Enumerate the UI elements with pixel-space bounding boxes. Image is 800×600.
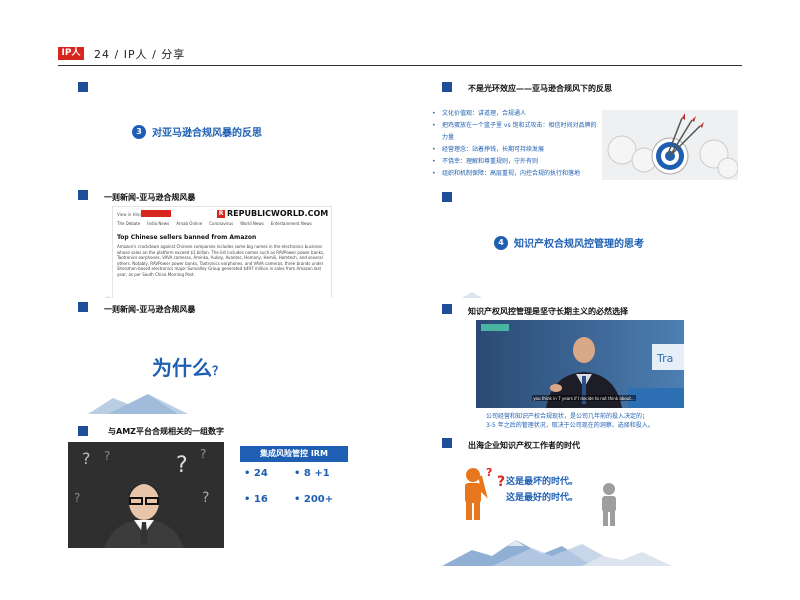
- news-nav-item[interactable]: World News: [240, 221, 264, 226]
- bullet-item: 把鸡蛋放在一个篮子里 vs 饱和式攻击：相信时间对品牌的力量: [432, 120, 597, 144]
- slide-title: 不是光环效应——亚马逊合规风下的反思: [468, 84, 612, 93]
- news-nav-item[interactable]: Arnab Online: [176, 221, 202, 226]
- caption-line: 3-5 年之后的管理状况，取决于公司现在的洞察、选择和投入。: [486, 422, 654, 429]
- news-clipping: View in Hindi R REPUBLICWORLD.COM The De…: [112, 206, 332, 302]
- stat-number: 8 +1: [303, 468, 330, 479]
- page-header: IP人 24 / IP人 / 分享: [58, 45, 742, 66]
- slide-title: 一则新闻-亚马逊合规风暴: [104, 193, 196, 202]
- slide-3: 一则新闻-亚马逊合规风暴 为什么？: [68, 298, 398, 414]
- video-subtitle: you think in 7 years if I decide to not …: [533, 396, 635, 401]
- stat-number: 24: [253, 468, 268, 479]
- slide-6: 4 知识产权合规风控管理的思考: [432, 188, 762, 298]
- section-heading: 4 知识产权合规风控管理的思考: [494, 235, 644, 250]
- why-question-mark: ？: [212, 364, 225, 378]
- bullet-item: 不侥幸：理解和尊重规则，守外有则: [432, 156, 597, 168]
- bullet-item: 文化价值观：讲道理，合规通人: [432, 108, 597, 120]
- news-headline: Top Chinese sellers banned from Amazon: [117, 234, 257, 241]
- irm-label: 集成风险管控 IRM: [240, 446, 348, 462]
- mountain-decoration: [88, 394, 188, 414]
- news-nav-item[interactable]: Entertainment News: [271, 221, 312, 226]
- section-number: 3: [132, 124, 146, 139]
- target-balls-image: [602, 110, 738, 180]
- era-line-worst: 这是最坏的时代。: [506, 477, 579, 487]
- stat-number: 200+: [303, 494, 334, 505]
- slide-square-icon: [442, 192, 452, 202]
- caption-line: 公司经营和知识产权合规现状，是公司几年前的投入决定的；: [486, 413, 649, 420]
- era-line-best: 这是最好的时代。: [506, 493, 579, 503]
- ip-badge: IP人: [58, 47, 84, 60]
- header-text: 24 / IP人 / 分享: [94, 48, 186, 61]
- news-nav-item[interactable]: Coronavirus: [209, 221, 233, 226]
- mountain-decoration: [462, 292, 482, 298]
- svg-text:Tra: Tra: [656, 352, 673, 365]
- section-heading: 3 对亚马逊合规风暴的反思: [132, 124, 262, 139]
- thinking-man-image: ? ? ? ? ? ?: [68, 442, 224, 548]
- slide-square-icon: [78, 302, 88, 312]
- svg-text:?: ?: [486, 466, 492, 479]
- news-nav: The Debate India News Arnab Online Coron…: [117, 221, 312, 226]
- caption-block: 公司经营和知识产权合规现状，是公司几年前的投入决定的； 3-5 年之后的管理状况…: [486, 412, 654, 430]
- section-title: 知识产权合规风控管理的思考: [514, 239, 644, 250]
- slide-7: 知识产权风控管理是坚守长期主义的必然选择 Tra you think in 7 …: [432, 300, 762, 432]
- mountain-decoration: [442, 540, 672, 566]
- svg-text:?: ?: [176, 453, 188, 478]
- svg-text:?: ?: [104, 449, 110, 463]
- slide-title: 与AMZ平台合规相关的一组数字: [108, 427, 224, 436]
- news-hindi-logo: [141, 210, 171, 217]
- slide-square-icon: [78, 426, 88, 436]
- news-view-in: View in Hindi: [117, 212, 143, 217]
- bullet-item: 组织和机制保障：高层重视，内控合规的执行和落地: [432, 168, 597, 180]
- slide-square-icon: [442, 438, 452, 448]
- svg-text:?: ?: [497, 474, 505, 490]
- slide-2: 一则新闻-亚马逊合规风暴 View in Hindi R REPUBLICWOR…: [68, 186, 398, 302]
- why-big: 为什么: [152, 356, 212, 380]
- gray-figure-icon: [602, 483, 616, 526]
- bullet-item: 经营理念：站着挣钱，长期可持续发展: [432, 144, 597, 156]
- slide-4: 与AMZ平台合规相关的一组数字 ? ? ? ? ? ? 集成风险管控 IRM •…: [68, 424, 398, 552]
- republic-logo-icon: R: [217, 209, 225, 218]
- slide-square-icon: [78, 82, 88, 92]
- slide-5: 不是光环效应——亚马逊合规风下的反思 文化价值观：讲道理，合规通人 把鸡蛋放在一…: [432, 80, 762, 188]
- slide-title: 一则新闻-亚马逊合规风暴: [104, 305, 196, 314]
- news-brand-row: R REPUBLICWORLD.COM: [217, 209, 328, 218]
- speaker-video-image: Tra you think in 7 years if I decide to …: [476, 320, 684, 408]
- news-nav-item[interactable]: The Debate: [117, 221, 140, 226]
- svg-text:?: ?: [202, 490, 209, 506]
- news-brand: REPUBLICWORLD.COM: [227, 209, 329, 218]
- stat-number: 16: [253, 494, 268, 505]
- slide-1: 3 对亚马逊合规风暴的反思: [68, 80, 398, 196]
- section-number: 4: [494, 235, 508, 250]
- svg-text:?: ?: [200, 447, 206, 461]
- news-body: Amazon's crackdown against Chinese compa…: [117, 244, 325, 277]
- slide-8: 出海企业知识产权工作者的时代 ? ? 这是最坏的时代。 这是最好的时代。: [432, 436, 762, 566]
- why-text: 为什么？: [152, 352, 224, 381]
- slide-square-icon: [442, 82, 452, 92]
- bullet-list: 文化价值观：讲道理，合规通人 把鸡蛋放在一个篮子里 vs 饱和式攻击：相信时间对…: [432, 108, 597, 180]
- svg-text:?: ?: [74, 491, 80, 505]
- svg-text:?: ?: [82, 449, 91, 468]
- era-lines: 这是最坏的时代。 这是最好的时代。: [506, 474, 578, 506]
- section-title: 对亚马逊合规风暴的反思: [152, 128, 262, 139]
- slide-square-icon: [442, 304, 452, 314]
- slide-title: 出海企业知识产权工作者的时代: [468, 441, 580, 450]
- slide-square-icon: [78, 190, 88, 200]
- news-nav-item[interactable]: India News: [147, 221, 169, 226]
- slide-title: 知识产权风控管理是坚守长期主义的必然选择: [468, 307, 628, 316]
